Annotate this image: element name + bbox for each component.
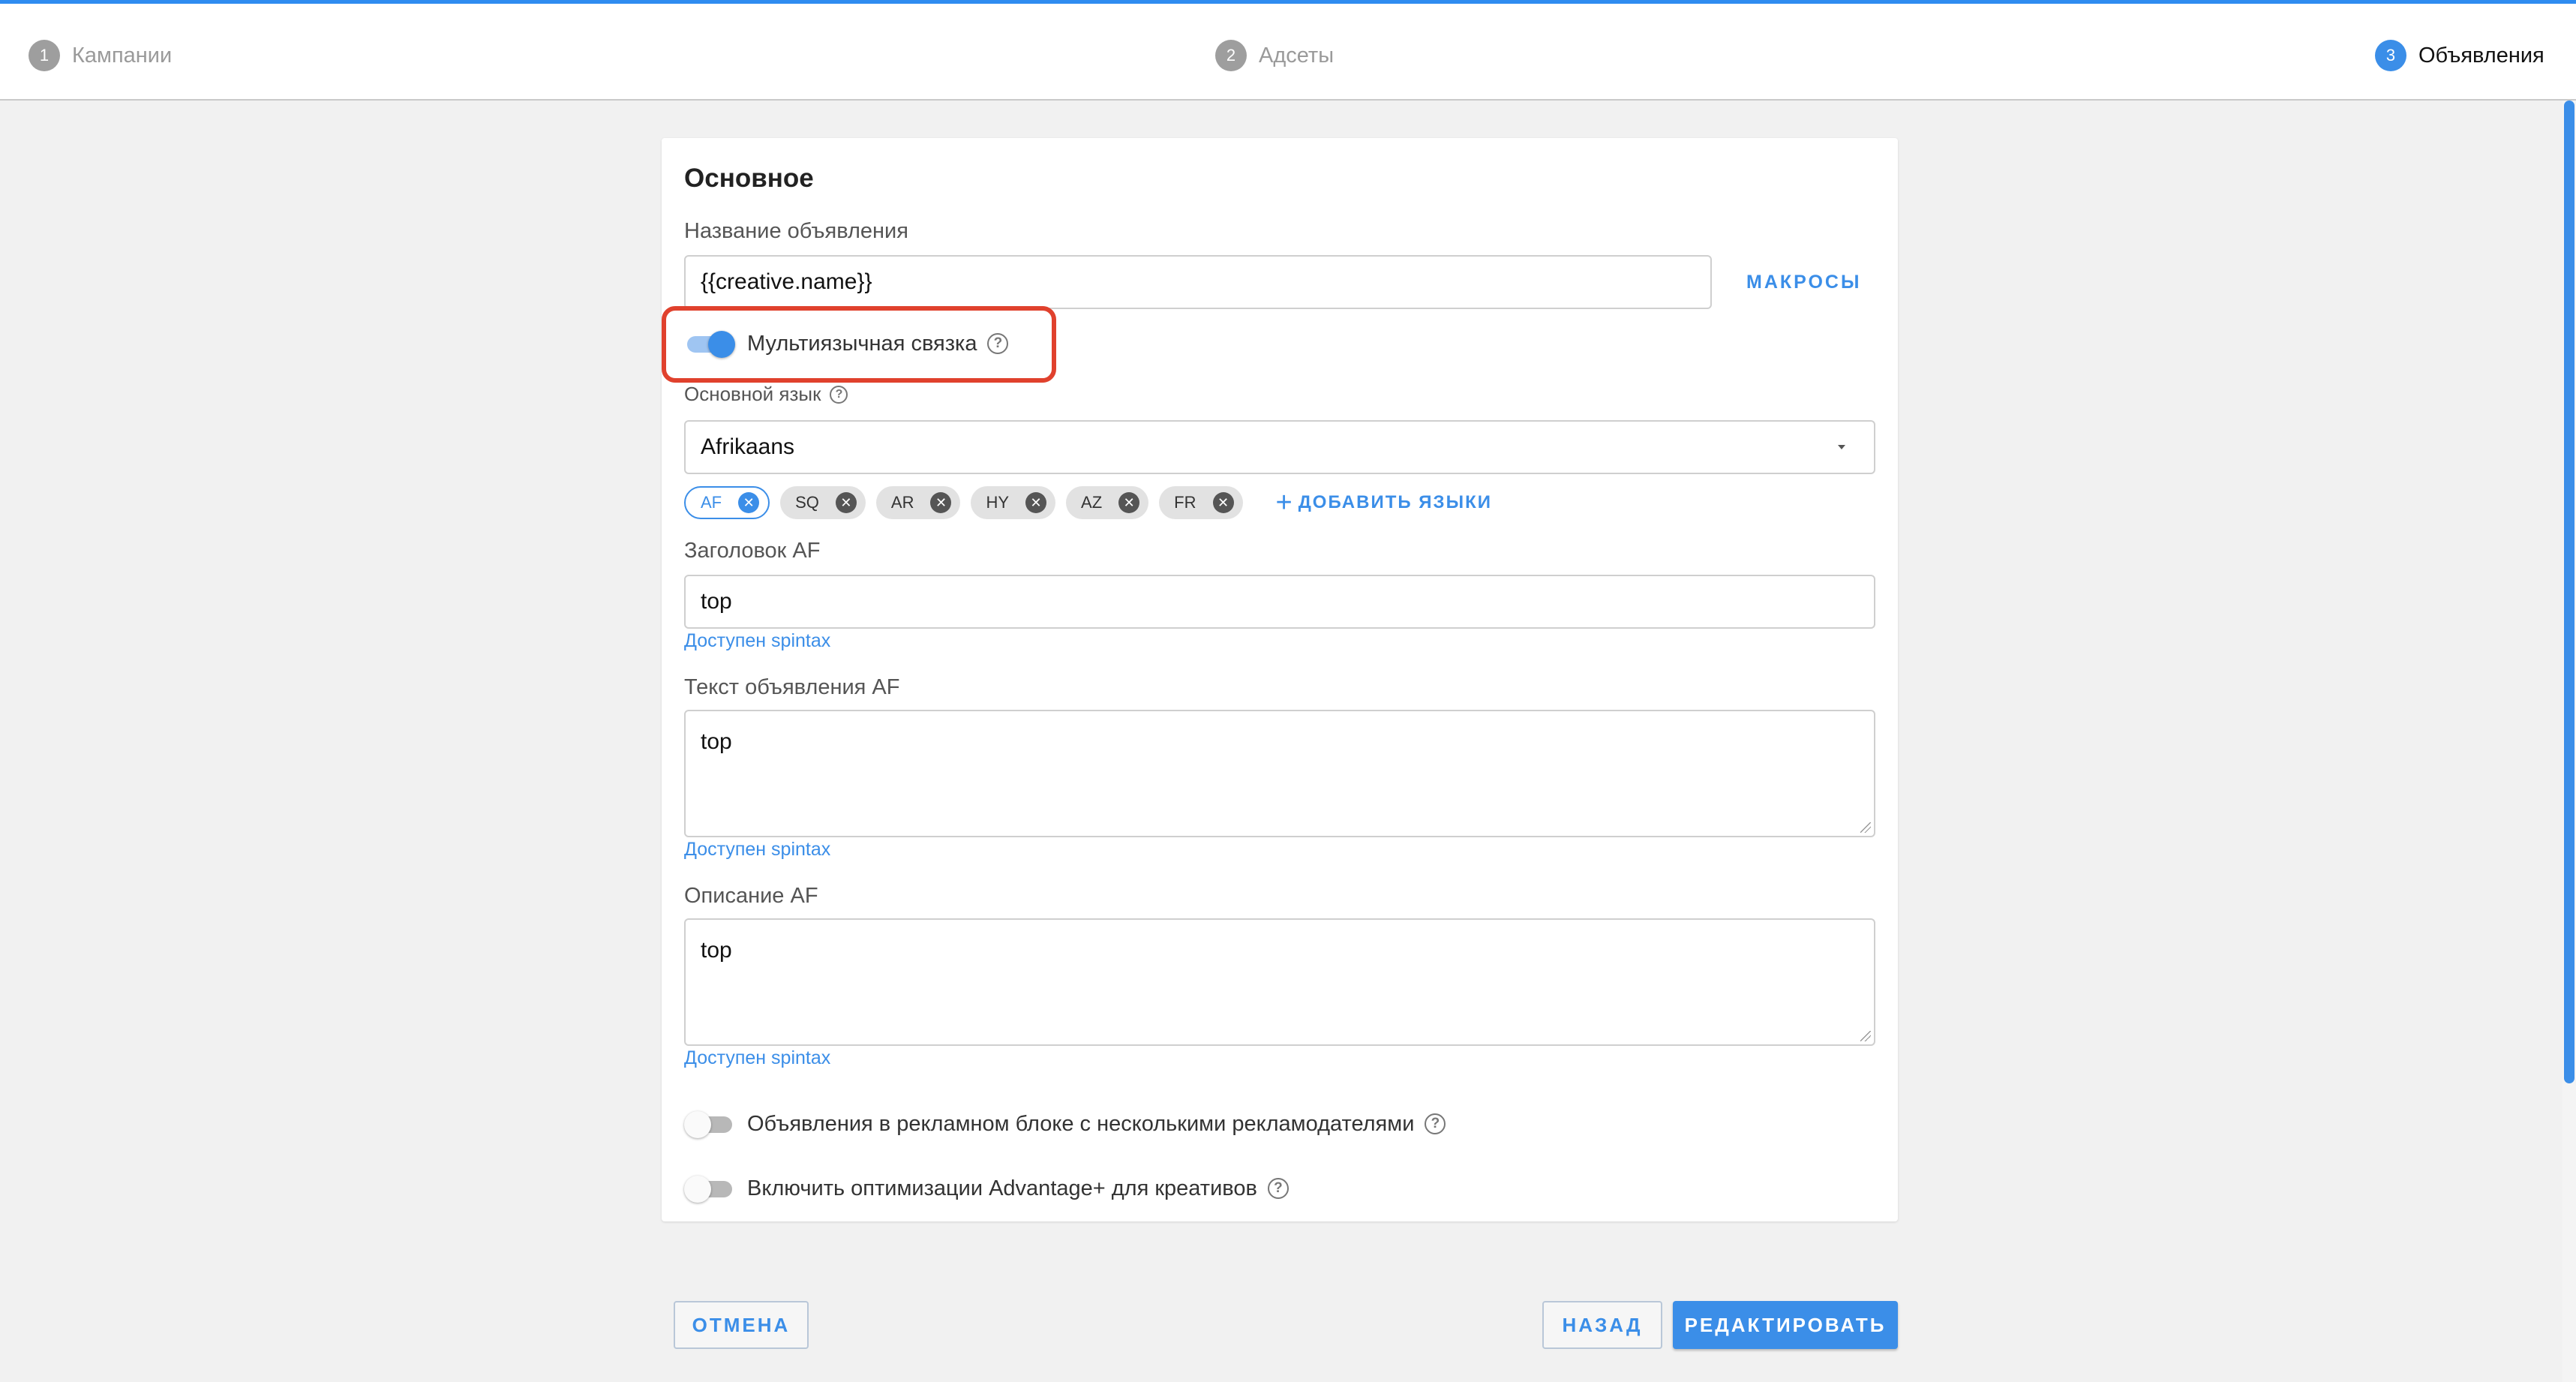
description-textarea[interactable]: top [684,918,1875,1046]
step-adsets[interactable]: 2 Адсеты [1215,38,1334,73]
resize-handle[interactable] [1860,822,1871,833]
ad-name-label: Название объявления [684,219,908,243]
add-languages-label: ДОБАВИТЬ ЯЗЫКИ [1298,492,1492,512]
advantage-label: Включить оптимизации Advantage+ для креа… [747,1176,1257,1200]
description-value: top [701,938,732,963]
toggle-knob [684,1111,711,1138]
chip-label: AF [701,493,722,512]
chip-label: FR [1174,493,1196,512]
main-form-card: Основное Название объявления {{creative.… [662,138,1898,1221]
close-icon[interactable]: ✕ [930,492,952,513]
chevron-down-icon [1838,445,1845,449]
multi-advertiser-toggle[interactable] [684,1109,735,1139]
spintax-hint[interactable]: Доступен spintax [684,1047,830,1069]
scrollbar-thumb[interactable] [2564,101,2574,1083]
step-number: 1 [29,40,60,71]
card-title: Основное [684,164,814,193]
close-icon[interactable]: ✕ [835,492,857,513]
step-ads[interactable]: 3 Объявления [2375,38,2544,73]
language-chip[interactable]: FR ✕ [1159,486,1243,519]
step-campaigns[interactable]: 1 Кампании [29,38,172,73]
multilang-label: Мультиязычная связка [747,331,977,356]
macros-button[interactable]: МАКРОСЫ [1746,272,1861,293]
help-icon[interactable]: ? [830,385,848,404]
multi-advertiser-label: Объявления в рекламном блоке с нескольки… [747,1111,1415,1136]
edit-button[interactable]: РЕДАКТИРОВАТЬ [1673,1301,1898,1349]
multi-advertiser-toggle-row[interactable]: Объявления в рекламном блоке с нескольки… [684,1109,1446,1139]
chip-label: HY [986,493,1010,512]
language-chip[interactable]: AR ✕ [875,486,961,519]
step-label: Кампании [72,43,173,68]
chip-label: AR [890,493,914,512]
multilang-toggle[interactable] [684,329,735,359]
language-chip[interactable]: HY ✕ [971,486,1056,519]
advantage-toggle-row[interactable]: Включить оптимизации Advantage+ для креа… [684,1173,1289,1203]
help-icon[interactable]: ? [987,333,1009,354]
resize-handle[interactable] [1860,1031,1871,1041]
main-language-label-row: Основной язык ? [684,383,848,406]
chip-label: AZ [1081,493,1103,512]
headline-input[interactable]: top [684,575,1875,629]
main-language-value: Afrikaans [701,434,795,459]
language-chip[interactable]: AZ ✕ [1066,486,1149,519]
scrollbar[interactable] [2562,101,2576,1382]
stepper: 1 Кампании 2 Адсеты 3 Объявления [0,0,2576,101]
description-label: Описание AF [684,884,818,908]
ad-text-label: Текст объявления AF [684,675,900,699]
close-icon[interactable]: ✕ [738,492,760,513]
toggle-knob [708,331,735,358]
advantage-toggle[interactable] [684,1173,735,1203]
language-chip[interactable]: AF ✕ [684,486,770,519]
close-icon[interactable]: ✕ [1118,492,1140,513]
help-icon[interactable]: ? [1425,1113,1446,1134]
toggle-knob [684,1176,711,1203]
main-language-label: Основной язык [684,383,821,405]
language-chips: AF ✕ SQ ✕ AR ✕ HY ✕ AZ ✕ FR ✕ + ДОБАВИТЬ… [684,486,1492,519]
step-number: 3 [2375,40,2406,71]
add-languages-button[interactable]: + ДОБАВИТЬ ЯЗЫКИ [1276,487,1492,519]
step-label: Адсеты [1259,43,1335,68]
chip-label: SQ [795,493,819,512]
headline-label: Заголовок AF [684,539,821,563]
back-button[interactable]: НАЗАД [1542,1301,1662,1349]
help-icon[interactable]: ? [1267,1178,1289,1199]
close-icon[interactable]: ✕ [1212,492,1234,513]
main-language-select[interactable]: Afrikaans [684,420,1875,474]
spintax-hint[interactable]: Доступен spintax [684,839,830,861]
language-chip[interactable]: SQ ✕ [780,486,866,519]
close-icon[interactable]: ✕ [1025,492,1047,513]
ad-text-value: top [701,729,732,754]
multilang-toggle-row[interactable]: Мультиязычная связка ? [684,329,1009,359]
ad-name-input[interactable]: {{creative.name}} [684,255,1712,309]
plus-icon: + [1275,486,1293,518]
ad-text-textarea[interactable]: top [684,710,1875,837]
step-number: 2 [1215,40,1247,71]
spintax-hint[interactable]: Доступен spintax [684,630,830,652]
step-label: Объявления [2418,43,2544,68]
cancel-button[interactable]: ОТМЕНА [674,1301,809,1349]
